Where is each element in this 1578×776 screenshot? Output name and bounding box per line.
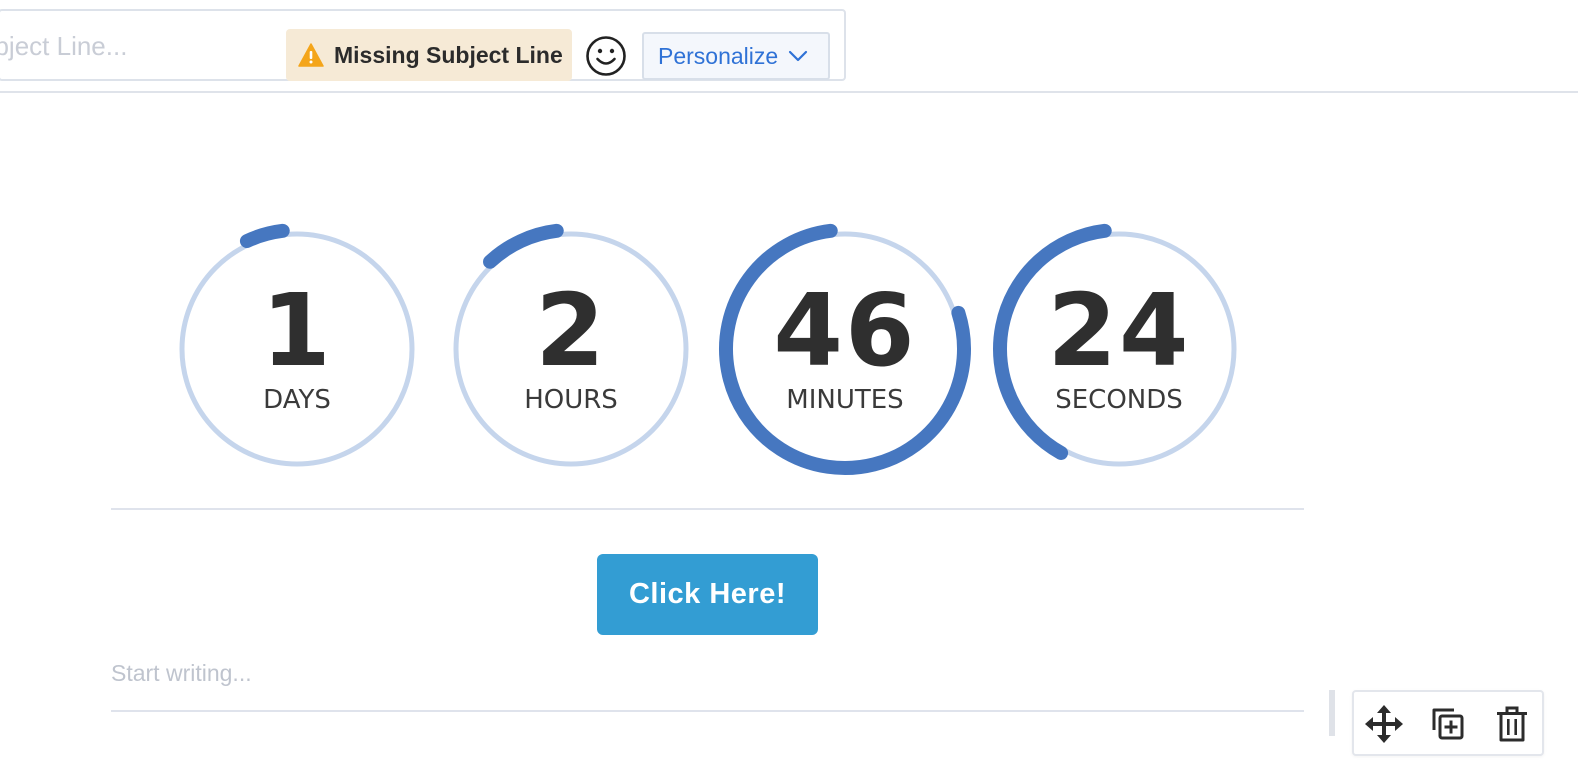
subject-toolbar: Missing Subject Line Personalize xyxy=(0,9,846,81)
days-value: 1 xyxy=(261,272,333,389)
ring-track xyxy=(727,231,963,467)
hours-label: HOURS xyxy=(524,385,618,415)
warning-triangle-icon xyxy=(298,43,324,67)
ring-progress-arc xyxy=(719,223,971,475)
duplicate-icon[interactable] xyxy=(1428,704,1468,744)
ring-progress-arc xyxy=(483,223,564,269)
personalize-dropdown[interactable]: Personalize xyxy=(642,32,830,80)
minutes-ring xyxy=(719,223,971,475)
move-icon[interactable] xyxy=(1364,704,1404,744)
minutes-value: 46 xyxy=(773,272,917,389)
subject-line-input[interactable] xyxy=(0,25,272,67)
hours-value: 2 xyxy=(535,272,607,389)
missing-subject-badge: Missing Subject Line xyxy=(286,29,572,81)
smiley-icon xyxy=(586,36,626,76)
seconds-label: SECONDS xyxy=(1055,385,1183,415)
ring-track xyxy=(453,231,689,467)
countdown-days: 1 DAYS xyxy=(167,219,427,479)
days-label: DAYS xyxy=(263,385,331,415)
countdown-minutes: 46 MINUTES xyxy=(715,219,975,479)
header-divider xyxy=(0,91,1578,93)
minutes-label: MINUTES xyxy=(786,385,904,415)
block-actions-toolbar xyxy=(1352,690,1544,756)
trash-icon[interactable] xyxy=(1492,704,1532,744)
text-editor-input[interactable] xyxy=(111,656,1304,690)
ring-track xyxy=(179,231,415,467)
personalize-label: Personalize xyxy=(658,42,779,69)
chevron-down-icon xyxy=(789,50,808,62)
countdown-seconds: 24 SECONDS xyxy=(989,219,1249,479)
hours-ring xyxy=(453,223,689,467)
ring-track xyxy=(1001,231,1237,467)
ring-progress-arc xyxy=(239,223,290,249)
editor-divider xyxy=(111,710,1304,712)
days-ring xyxy=(179,223,415,467)
missing-subject-text: Missing Subject Line xyxy=(334,41,563,68)
seconds-value: 24 xyxy=(1047,272,1191,389)
click-here-button[interactable]: Click Here! xyxy=(597,554,818,635)
section-divider xyxy=(111,508,1304,510)
ring-progress-arc xyxy=(993,223,1112,460)
seconds-ring xyxy=(993,223,1237,467)
countdown-hours: 2 HOURS xyxy=(441,219,701,479)
emoji-picker-button[interactable] xyxy=(585,35,627,77)
block-side-handle[interactable] xyxy=(1329,690,1335,736)
